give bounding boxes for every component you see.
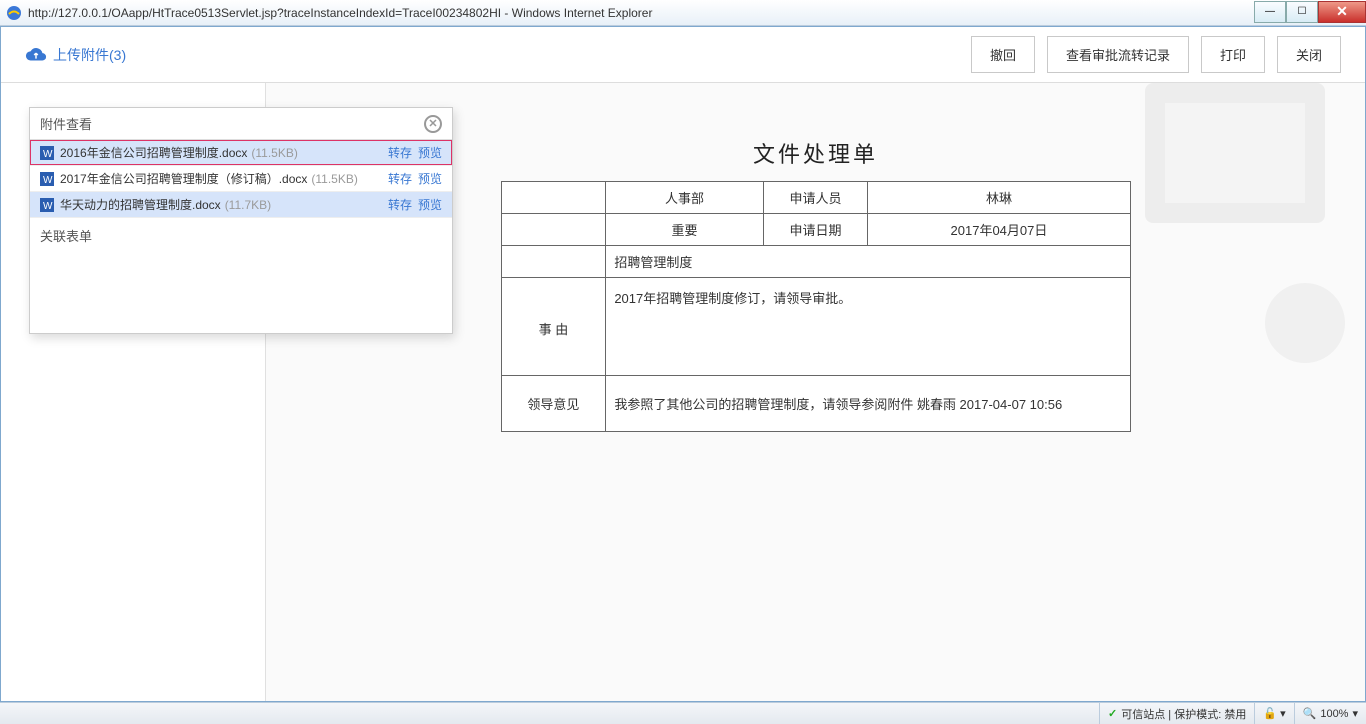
history-button[interactable]: 查看审批流转记录 — [1047, 36, 1189, 73]
close-button[interactable]: 关闭 — [1277, 36, 1341, 73]
file-name: 2017年金信公司招聘管理制度（修订稿）.docx — [60, 170, 307, 187]
table-row: 重要 申请日期 2017年04月07日 — [501, 214, 1130, 246]
status-zoom[interactable]: 🔍 100% ▾ — [1294, 703, 1366, 724]
attachment-row[interactable]: W 2016年金信公司招聘管理制度.docx (11.5KB) 转存 预览 — [30, 140, 452, 166]
preview-link[interactable]: 预览 — [418, 170, 442, 187]
upload-label: 上传附件(3) — [53, 45, 126, 65]
file-name: 华天动力的招聘管理制度.docx — [60, 196, 221, 213]
cell-opinion: 我参照了其他公司的招聘管理制度，请领导参阅附件 姚春雨 2017-04-07 1… — [606, 376, 1130, 432]
popup-title: 附件查看 — [40, 114, 92, 133]
cloud-upload-icon — [25, 47, 47, 63]
cell-applicant-label: 申请人员 — [763, 182, 868, 214]
cell-date-label: 申请日期 — [763, 214, 868, 246]
cell-dept-label — [501, 182, 606, 214]
popup-header: 附件查看 ✕ — [30, 108, 452, 140]
save-link[interactable]: 转存 — [388, 196, 412, 213]
page-header: 上传附件(3) 撤回 查看审批流转记录 打印 关闭 — [1, 27, 1365, 83]
file-size: (11.5KB) — [311, 172, 357, 186]
status-trusted: ✓可信站点 | 保护模式: 禁用 — [1099, 703, 1254, 724]
cell-matter-label: 事 由 — [501, 278, 606, 376]
popup-empty-area — [30, 253, 452, 333]
attachment-row[interactable]: W 2017年金信公司招聘管理制度（修订稿）.docx (11.5KB) 转存 … — [30, 166, 452, 192]
preview-link[interactable]: 预览 — [418, 196, 442, 213]
table-row: 事 由 2017年招聘管理制度修订，请领导审批。 — [501, 278, 1130, 376]
related-forms-label[interactable]: 关联表单 — [30, 218, 452, 253]
upload-attachment-button[interactable]: 上传附件(3) — [25, 45, 126, 65]
cell-subject: 招聘管理制度 — [606, 246, 1130, 278]
cell-dept: 人事部 — [606, 182, 763, 214]
window-controls: — ☐ ✕ — [1254, 1, 1366, 23]
svg-text:W: W — [43, 175, 53, 186]
checkmark-icon: ✓ — [1108, 707, 1117, 720]
svg-text:W: W — [43, 201, 53, 212]
status-bar: ✓可信站点 | 保护模式: 禁用 🔓 ▾ 🔍 100% ▾ — [0, 702, 1366, 724]
recall-button[interactable]: 撤回 — [971, 36, 1035, 73]
print-button[interactable]: 打印 — [1201, 36, 1265, 73]
attachment-popup: 附件查看 ✕ W 2016年金信公司招聘管理制度.docx (11.5KB) 转… — [29, 107, 453, 334]
word-doc-icon: W — [40, 172, 54, 186]
form-table: 人事部 申请人员 林琳 重要 申请日期 2017年04月07日 招聘管理制度 事… — [501, 181, 1131, 432]
preview-link[interactable]: 预览 — [418, 144, 442, 161]
ie-icon — [6, 5, 22, 21]
file-name: 2016年金信公司招聘管理制度.docx — [60, 144, 247, 161]
window-title: http://127.0.0.1/OAapp/HtTrace0513Servle… — [28, 6, 1254, 20]
word-doc-icon: W — [40, 198, 54, 212]
word-doc-icon: W — [40, 146, 54, 160]
table-row: 招聘管理制度 — [501, 246, 1130, 278]
save-link[interactable]: 转存 — [388, 144, 412, 161]
close-window-button[interactable]: ✕ — [1318, 1, 1366, 23]
cell-date: 2017年04月07日 — [868, 214, 1130, 246]
attachment-row[interactable]: W 华天动力的招聘管理制度.docx (11.7KB) 转存 预览 — [30, 192, 452, 218]
popup-close-icon[interactable]: ✕ — [424, 115, 442, 133]
cell-matter: 2017年招聘管理制度修订，请领导审批。 — [606, 278, 1130, 376]
table-row: 人事部 申请人员 林琳 — [501, 182, 1130, 214]
decor-background — [1105, 83, 1365, 463]
minimize-button[interactable]: — — [1254, 1, 1286, 23]
viewport: 上传附件(3) 撤回 查看审批流转记录 打印 关闭 文件处理单 人事部 申请人员… — [0, 26, 1366, 702]
file-size: (11.7KB) — [225, 198, 271, 212]
save-link[interactable]: 转存 — [388, 170, 412, 187]
table-row: 领导意见 我参照了其他公司的招聘管理制度，请领导参阅附件 姚春雨 2017-04… — [501, 376, 1130, 432]
maximize-button[interactable]: ☐ — [1286, 1, 1318, 23]
cell-applicant: 林琳 — [868, 182, 1130, 214]
cell-importance: 重要 — [606, 214, 763, 246]
svg-text:W: W — [43, 149, 53, 160]
status-security-icon[interactable]: 🔓 ▾ — [1254, 703, 1293, 724]
window-titlebar: http://127.0.0.1/OAapp/HtTrace0513Servle… — [0, 0, 1366, 26]
file-size: (11.5KB) — [251, 146, 297, 160]
cell-opinion-label: 领导意见 — [501, 376, 606, 432]
